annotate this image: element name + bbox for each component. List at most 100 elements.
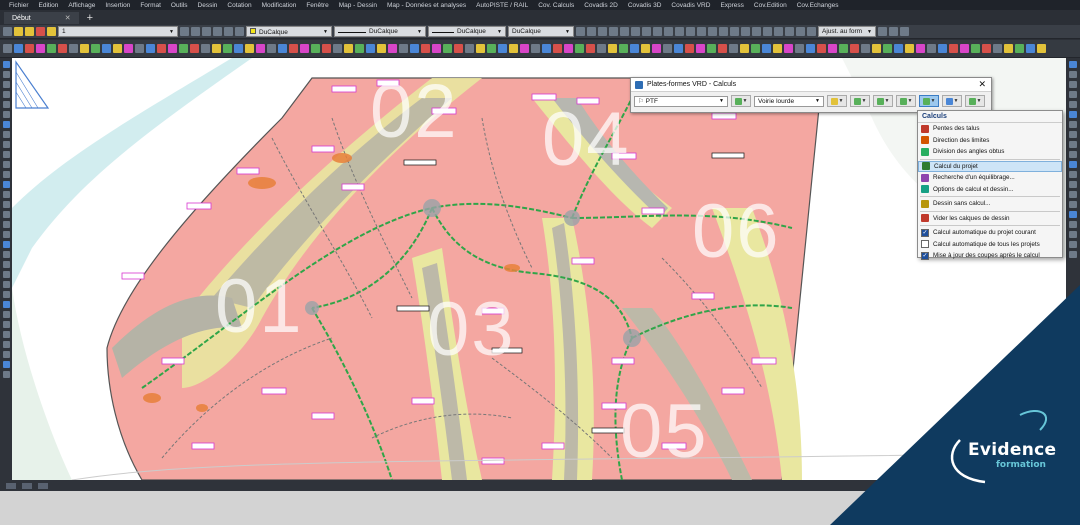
covadis-tool-icon[interactable] xyxy=(443,44,452,53)
covadis-tool-icon[interactable] xyxy=(993,44,1002,53)
covadis-tool-icon[interactable] xyxy=(916,44,925,53)
checkbox[interactable]: ✓ xyxy=(921,251,929,260)
covadis-tool-icon[interactable] xyxy=(905,44,914,53)
covadis-tool-icon[interactable] xyxy=(432,44,441,53)
covadis-tool-icon[interactable] xyxy=(927,44,936,53)
menu-item[interactable]: Cotation xyxy=(222,2,256,9)
menu-option-toggle[interactable]: ✓ Mise à jour des coupes après le calcul xyxy=(918,250,1062,262)
draw-tool-icon[interactable] xyxy=(2,121,10,128)
project-select[interactable]: ⚐ PTF ▼ xyxy=(634,95,728,107)
covadis-tool-icon[interactable] xyxy=(707,44,716,53)
layer-iso-icon[interactable] xyxy=(202,27,211,36)
covadis-tool-icon[interactable] xyxy=(608,44,617,53)
menu-item[interactable]: Outils xyxy=(166,2,193,9)
covadis-tool-icon[interactable] xyxy=(333,44,342,53)
design-center-icon[interactable] xyxy=(730,27,739,36)
draw-button[interactable]: ▼ xyxy=(873,95,893,107)
layout-tab-icon[interactable] xyxy=(22,482,32,489)
covadis-tool-icon[interactable] xyxy=(311,44,320,53)
ortho-icon[interactable] xyxy=(609,27,618,36)
covadis-tool-icon[interactable] xyxy=(586,44,595,53)
draw-tool-icon[interactable] xyxy=(2,241,10,248)
menu-item[interactable]: Affichage xyxy=(63,2,100,9)
covadis-tool-icon[interactable] xyxy=(366,44,375,53)
covadis-tool-icon[interactable] xyxy=(641,44,650,53)
draw-tool-icon[interactable] xyxy=(2,111,10,118)
menu-item[interactable]: Dessin xyxy=(193,2,223,9)
draw-tool-icon[interactable] xyxy=(2,251,10,258)
draw-tool-icon[interactable] xyxy=(2,171,10,178)
menu-item-calc[interactable]: Options de calcul et dessin... xyxy=(918,184,1062,196)
pan-icon[interactable] xyxy=(642,27,651,36)
draw-tool-icon[interactable] xyxy=(2,281,10,288)
covadis-tool-icon[interactable] xyxy=(971,44,980,53)
bulb-icon[interactable] xyxy=(14,27,23,36)
covadis-tool-icon[interactable] xyxy=(157,44,166,53)
model-tab-icon[interactable] xyxy=(6,482,16,489)
covadis-tool-icon[interactable] xyxy=(14,44,23,53)
lock-icon[interactable] xyxy=(36,27,45,36)
properties-icon[interactable] xyxy=(719,27,728,36)
modify-tool-icon[interactable] xyxy=(1069,61,1077,68)
help-icon[interactable] xyxy=(785,27,794,36)
export-button[interactable]: ▼ xyxy=(965,95,985,107)
grid-icon[interactable] xyxy=(796,27,805,36)
dialog-titlebar[interactable]: Plates-formes VRD - Calculs ✕ xyxy=(631,78,991,92)
modify-tool-icon[interactable] xyxy=(1069,221,1077,228)
draw-tool-icon[interactable] xyxy=(2,331,10,338)
covadis-tool-icon[interactable] xyxy=(531,44,540,53)
menu-item[interactable]: AutoPISTE / RAIL xyxy=(471,2,533,9)
draw-tool-icon[interactable] xyxy=(2,81,10,88)
draw-tool-icon[interactable] xyxy=(2,151,10,158)
menu-item-calc[interactable]: Pentes des talus xyxy=(918,123,1062,135)
modify-tool-icon[interactable] xyxy=(1069,231,1077,238)
zoom-previous-icon[interactable] xyxy=(675,27,684,36)
covadis-tool-icon[interactable] xyxy=(542,44,551,53)
layer-color-icon[interactable] xyxy=(47,27,56,36)
edit-button[interactable]: ▼ xyxy=(850,95,870,107)
covadis-tool-icon[interactable] xyxy=(36,44,45,53)
covadis-tool-icon[interactable] xyxy=(245,44,254,53)
covadis-tool-icon[interactable] xyxy=(47,44,56,53)
covadis-tool-icon[interactable] xyxy=(509,44,518,53)
draw-tool-icon[interactable] xyxy=(2,341,10,348)
modify-tool-icon[interactable] xyxy=(1069,191,1077,198)
menu-item-calc[interactable]: Dessin sans calcul... xyxy=(918,198,1062,210)
covadis-tool-icon[interactable] xyxy=(91,44,100,53)
covadis-tool-icon[interactable] xyxy=(465,44,474,53)
layer-freeze-icon[interactable] xyxy=(224,27,233,36)
menu-item[interactable]: Cov. Calculs xyxy=(533,2,579,9)
covadis-tool-icon[interactable] xyxy=(300,44,309,53)
covadis-tool-icon[interactable] xyxy=(267,44,276,53)
osnap-icon[interactable] xyxy=(631,27,640,36)
draw-tool-icon[interactable] xyxy=(2,141,10,148)
menu-item-calc[interactable]: Vider les calques de dessin xyxy=(918,213,1062,225)
covadis-tool-icon[interactable] xyxy=(718,44,727,53)
close-tab-icon[interactable]: ✕ xyxy=(65,14,71,22)
covadis-tool-icon[interactable] xyxy=(553,44,562,53)
drawing-canvas[interactable]: 02 04 06 01 03 05 xyxy=(12,58,1066,480)
menu-item[interactable]: Fichier xyxy=(4,2,34,9)
draw-tool-icon[interactable] xyxy=(2,161,10,168)
calculs-button[interactable]: ▼ xyxy=(919,95,939,107)
covadis-tool-icon[interactable] xyxy=(322,44,331,53)
menu-item[interactable]: Modification xyxy=(257,2,302,9)
modify-tool-icon[interactable] xyxy=(1069,151,1077,158)
covadis-tool-icon[interactable] xyxy=(872,44,881,53)
covadis-tool-icon[interactable] xyxy=(58,44,67,53)
covadis-tool-icon[interactable] xyxy=(1004,44,1013,53)
layer-match-icon[interactable] xyxy=(191,27,200,36)
draw-tool-icon[interactable] xyxy=(2,271,10,278)
modify-tool-icon[interactable] xyxy=(1069,251,1077,258)
draw-tool-icon[interactable] xyxy=(2,321,10,328)
covadis-tool-icon[interactable] xyxy=(828,44,837,53)
modify-tool-icon[interactable] xyxy=(1069,101,1077,108)
covadis-tool-icon[interactable] xyxy=(80,44,89,53)
sun-icon[interactable] xyxy=(25,27,34,36)
linetype-select[interactable]: DuCalque ▼ xyxy=(334,26,426,37)
annotation-scale-icon[interactable] xyxy=(878,27,887,36)
covadis-tool-icon[interactable] xyxy=(212,44,221,53)
covadis-tool-icon[interactable] xyxy=(69,44,78,53)
covadis-tool-icon[interactable] xyxy=(487,44,496,53)
layer-lock-icon[interactable] xyxy=(235,27,244,36)
